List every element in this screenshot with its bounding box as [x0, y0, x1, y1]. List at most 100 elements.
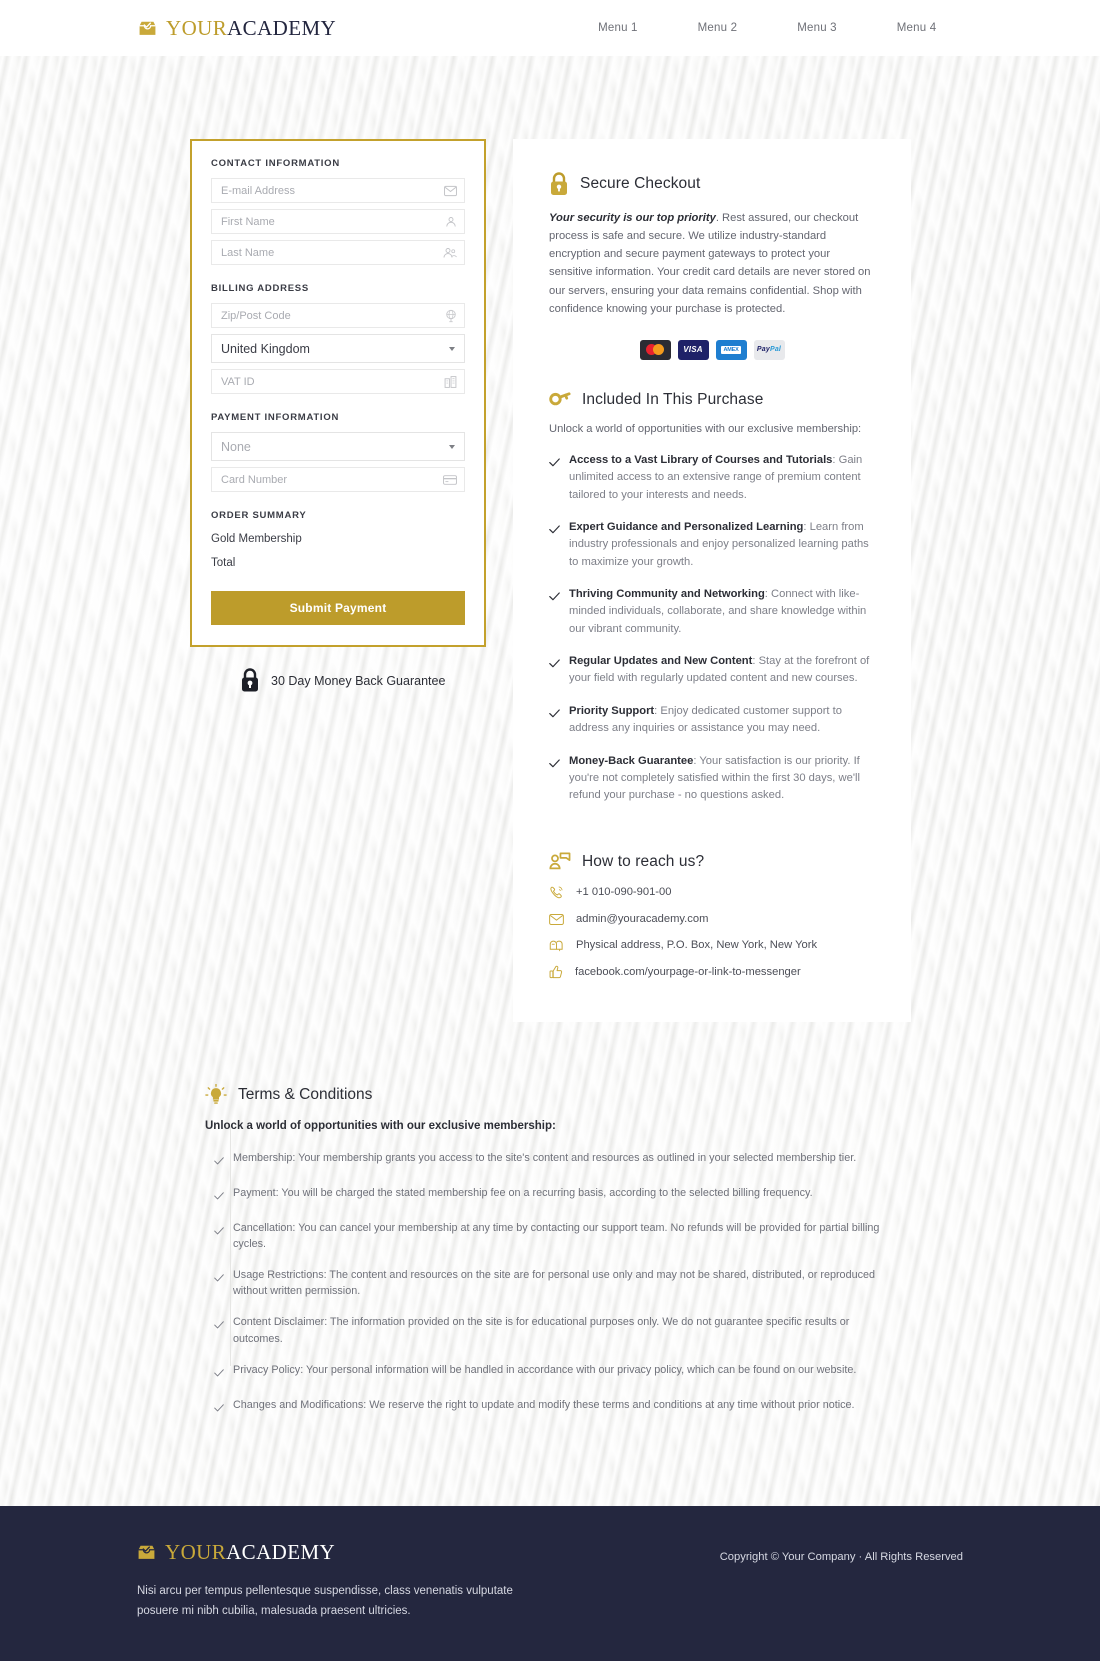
first-name-field[interactable]: [211, 209, 465, 234]
people-icon: [443, 247, 457, 259]
order-item-name: Gold Membership: [211, 533, 302, 545]
paypal-label-b: Pal: [769, 346, 782, 354]
contact-address: Physical address, P.O. Box, New York, Ne…: [576, 939, 818, 952]
info-card: Secure Checkout Your security is our top…: [513, 139, 911, 1022]
contact-row-address: Physical address, P.O. Box, New York, Ne…: [549, 939, 875, 952]
logo-part-academy: ACADEMY: [227, 15, 337, 40]
last-name-input[interactable]: [212, 241, 464, 264]
check-icon: [549, 588, 560, 638]
zip-input[interactable]: [212, 304, 464, 327]
paypal-badge: Pay Pal: [753, 339, 785, 360]
benefit-text: Regular Updates and New Content: Stay at…: [569, 653, 875, 688]
checkout-info-column: Secure Checkout Your security is our top…: [513, 139, 911, 1022]
visa-badge: VISA: [677, 339, 709, 360]
footer-inner: YOURACADEMY Nisi arcu per tempus pellent…: [0, 1540, 1100, 1621]
order-total-label: Total: [211, 557, 236, 569]
benefit-item: Access to a Vast Library of Courses and …: [549, 452, 875, 504]
check-icon: [214, 1316, 224, 1346]
terms-divider: [230, 1125, 231, 1366]
vat-id-field[interactable]: [211, 369, 465, 394]
benefit-item: Thriving Community and Networking: Conne…: [549, 586, 875, 638]
footer-copyright: Copyright © Your Company · All Rights Re…: [719, 1550, 963, 1563]
envelope-icon: [549, 913, 564, 925]
check-icon: [549, 705, 560, 738]
mastercard-badge: [639, 339, 671, 360]
benefit-title: Money-Back Guarantee: [569, 754, 694, 767]
contact-row-email[interactable]: admin@youracademy.com: [549, 913, 875, 926]
page-body: CONTACT INFORMATION E-mail Address First…: [0, 56, 1100, 1506]
key-icon: [549, 392, 571, 406]
first-name-input[interactable]: [212, 210, 464, 233]
zip-field[interactable]: [211, 303, 465, 328]
globe-icon: [445, 309, 457, 322]
nav-item-menu-3[interactable]: Menu 3: [797, 22, 837, 34]
term-item: Usage Restrictions: The content and reso…: [205, 1267, 895, 1299]
contact-row-phone[interactable]: +1 010-090-901-00: [549, 885, 875, 900]
building-icon: [444, 375, 457, 388]
benefit-title: Thriving Community and Networking: [569, 588, 765, 600]
footer-logo-part-academy: ACADEMY: [226, 1539, 336, 1564]
check-icon: [214, 1364, 224, 1382]
check-icon: [214, 1187, 224, 1205]
term-item: Content Disclaimer: The information prov…: [205, 1314, 895, 1346]
benefit-title: Expert Guidance and Personalized Learnin…: [569, 520, 804, 533]
site-header: YOURACADEMY Menu 1 Menu 2 Menu 3 Menu 4: [0, 0, 1100, 56]
checkout-page: YOURACADEMY Menu 1 Menu 2 Menu 3 Menu 4 …: [0, 0, 1100, 1661]
term-item: Membership: Your membership grants you a…: [205, 1150, 895, 1170]
nav-item-menu-1[interactable]: Menu 1: [598, 22, 638, 34]
money-back-guarantee: 30 Day Money Back Guarantee: [190, 668, 486, 693]
secure-checkout-header: Secure Checkout: [549, 172, 875, 196]
padlock-icon: [242, 668, 258, 692]
footer-logo-wordmark: YOURACADEMY: [165, 1540, 335, 1565]
check-icon: [549, 755, 560, 805]
card-number-input[interactable]: [212, 468, 464, 491]
benefit-text: Expert Guidance and Personalized Learnin…: [569, 519, 875, 571]
term-text: Cancellation: You can cancel your member…: [233, 1221, 880, 1250]
header-logo[interactable]: YOURACADEMY: [138, 16, 336, 41]
email-field[interactable]: [211, 178, 465, 203]
contact-social: facebook.com/yourpage-or-link-to-messeng…: [575, 965, 801, 978]
benefit-text: Thriving Community and Networking: Conne…: [569, 586, 875, 638]
person-icon: [445, 216, 457, 228]
amex-label: AMEX: [721, 345, 741, 354]
terms-title: Terms & Conditions: [238, 1085, 373, 1103]
checkout-form-column: CONTACT INFORMATION E-mail Address First…: [190, 139, 486, 693]
email-input[interactable]: [212, 179, 464, 202]
person-message-icon: [549, 852, 571, 869]
mailbox-icon: [549, 940, 563, 951]
site-footer: YOURACADEMY Nisi arcu per tempus pellent…: [0, 1505, 1100, 1661]
submit-payment-button[interactable]: Submit Payment: [211, 591, 465, 625]
main-nav: Menu 1 Menu 2 Menu 3 Menu 4: [598, 22, 936, 34]
billing-address-label: BILLING ADDRESS: [211, 283, 309, 294]
payment-method-select[interactable]: None: [211, 432, 465, 461]
credit-card-icon: [443, 474, 457, 485]
footer-brand: YOURACADEMY Nisi arcu per tempus pellent…: [137, 1540, 517, 1621]
benefit-text: Priority Support: Enjoy dedicated custom…: [569, 703, 875, 738]
benefit-title: Priority Support: [569, 704, 655, 717]
check-icon: [214, 1269, 224, 1299]
nav-item-menu-4[interactable]: Menu 4: [897, 22, 937, 34]
nav-item-menu-2[interactable]: Menu 2: [698, 22, 738, 34]
benefit-title: Access to a Vast Library of Courses and …: [569, 453, 833, 466]
contact-row-social[interactable]: facebook.com/yourpage-or-link-to-messeng…: [549, 965, 875, 979]
order-summary-label: ORDER SUMMARY: [211, 510, 307, 521]
thumbs-up-icon: [549, 965, 563, 978]
last-name-field[interactable]: [211, 240, 465, 265]
paypal-label-a: Pay: [756, 346, 770, 354]
footer-tagline: Nisi arcu per tempus pellentesque suspen…: [137, 1584, 513, 1617]
country-select[interactable]: United Kingdom: [211, 334, 465, 363]
term-text: Payment: You will be charged the stated …: [233, 1186, 813, 1199]
country-value: United Kingdom: [221, 341, 310, 356]
term-item: Privacy Policy: Your personal informatio…: [205, 1362, 895, 1382]
check-icon: [549, 655, 560, 688]
check-icon: [214, 1399, 224, 1417]
footer-logo[interactable]: YOURACADEMY: [137, 1540, 517, 1565]
benefit-item: Expert Guidance and Personalized Learnin…: [549, 519, 875, 571]
check-icon: [214, 1222, 224, 1252]
benefit-item: Regular Updates and New Content: Stay at…: [549, 653, 875, 688]
term-text: Content Disclaimer: The information prov…: [233, 1316, 850, 1345]
checkout-columns: CONTACT INFORMATION E-mail Address First…: [0, 56, 1100, 1022]
vat-id-input[interactable]: [212, 370, 464, 393]
secure-lead-text: Your security is our top priority: [549, 212, 716, 224]
card-number-field[interactable]: [211, 467, 465, 492]
